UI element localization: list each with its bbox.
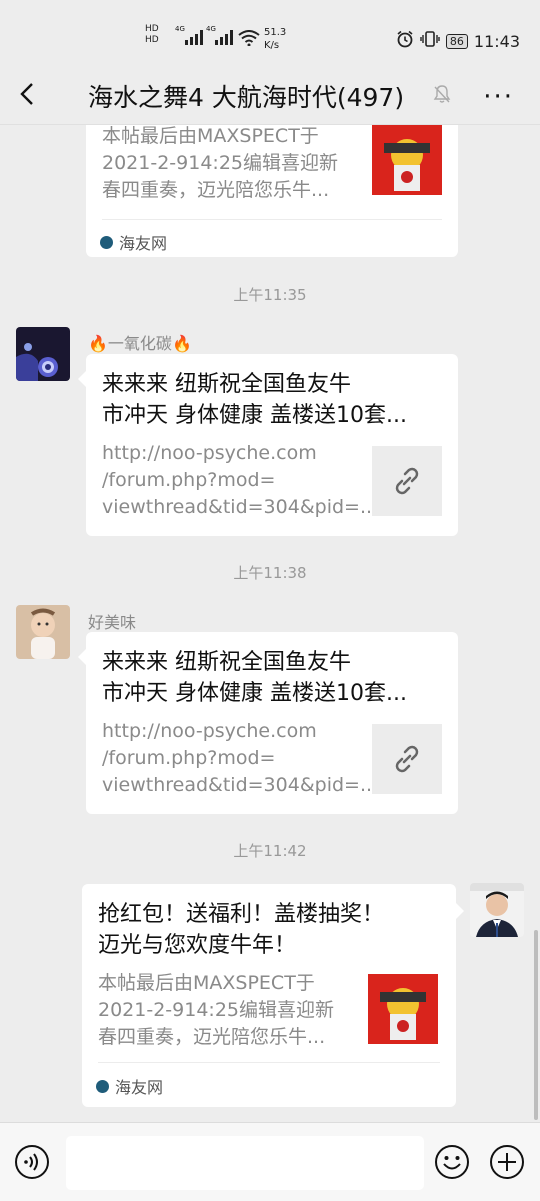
timestamp: 上午11:35 (233, 286, 307, 304)
status-right: 86 11:43 (396, 30, 520, 52)
desc-line: http://noo-psyche.com (102, 442, 317, 464)
card-title: 来来来 纽斯祝全国鱼友牛 市冲天 身体健康 盖楼送10套... (102, 369, 452, 431)
voice-icon[interactable] (14, 1144, 50, 1180)
signal-icon: 4G (175, 25, 205, 50)
scrollbar[interactable] (534, 930, 538, 1120)
clock: 11:43 (473, 31, 520, 51)
bubble-arrow (78, 371, 86, 387)
fire-icon: 🔥 (171, 334, 192, 353)
timestamp: 上午11:42 (233, 842, 307, 860)
bubble-arrow (456, 903, 464, 919)
link-icon (372, 446, 442, 516)
chat-title: 海水之舞4 大航海时代(497) (88, 83, 405, 112)
card-divider (102, 219, 442, 220)
source-name: 海友网 (119, 234, 168, 253)
net-label-2: 4G (206, 25, 216, 33)
card-description: 本帖最后由MAXSPECT于 2021-2-914:25编辑喜迎新 春四重奏，迈… (98, 970, 358, 1051)
card-divider (98, 1062, 440, 1063)
card-description: http://noo-psyche.com /forum.php?mod= vi… (102, 718, 379, 799)
card-source: 海友网 (96, 1074, 163, 1098)
hd-label-1: HD (145, 24, 159, 34)
speed-value: 51.3 (264, 27, 287, 38)
avatar[interactable] (16, 605, 70, 659)
red-envelope-thumbnail (368, 974, 438, 1044)
network-speed: 51.3 K/s (264, 26, 286, 52)
desc-line: 2021-2-914:25编辑喜迎新 (98, 999, 334, 1021)
battery-indicator: 86 (445, 33, 468, 49)
link-card-m3[interactable]: 抢红包！送福利！盖楼抽奖！ 迈光与您欢度牛年！ 本帖最后由MAXSPECT于 2… (82, 884, 456, 1107)
sender-name: 🔥一氧化碳🔥 (88, 330, 192, 354)
card-source: 海友网 (100, 230, 167, 254)
source-logo-icon (100, 235, 113, 249)
bubble-arrow (78, 649, 86, 665)
desc-line: 春四重奏，迈光陪您乐牛... (98, 1026, 326, 1048)
link-card-m1[interactable]: 来来来 纽斯祝全国鱼友牛 市冲天 身体健康 盖楼送10套... http://n… (86, 354, 458, 536)
card-title: 抢红包！送福利！盖楼抽奖！ 迈光与您欢度牛年！ (98, 899, 448, 961)
message-list[interactable]: 本帖最后由MAXSPECT于 2021-2-914:25编辑喜迎新 春四重奏，迈… (0, 125, 540, 1122)
link-icon (372, 724, 442, 794)
desc-line: viewthread&tid=304&pid=... (102, 496, 379, 518)
title-line: 抢红包！送福利！盖楼抽奖！ (98, 902, 385, 927)
title-line: 市冲天 身体健康 盖楼送10套... (102, 403, 407, 428)
card-title: 来来来 纽斯祝全国鱼友牛 市冲天 身体健康 盖楼送10套... (102, 647, 452, 709)
signal-icon-2: 4G (206, 25, 236, 50)
link-card-m2[interactable]: 来来来 纽斯祝全国鱼友牛 市冲天 身体健康 盖楼送10套... http://n… (86, 632, 458, 814)
title-line: 市冲天 身体健康 盖楼送10套... (102, 681, 407, 706)
avatar[interactable] (470, 883, 524, 937)
alarm-icon (396, 30, 414, 52)
red-envelope-thumbnail (372, 125, 442, 195)
desc-line: http://noo-psyche.com (102, 720, 317, 742)
bell-off-icon (432, 84, 452, 108)
desc-line: viewthread&tid=304&pid=... (102, 774, 379, 796)
message-input[interactable] (66, 1136, 424, 1190)
sender-label: 一氧化碳 (107, 334, 172, 353)
back-arrow-icon[interactable] (16, 82, 40, 106)
hd-indicators: HD HD (145, 24, 159, 46)
desc-line: 本帖最后由MAXSPECT于 (102, 125, 319, 147)
fire-icon: 🔥 (88, 334, 108, 353)
avatar[interactable] (16, 327, 70, 381)
title-line: 来来来 纽斯祝全国鱼友牛 (102, 650, 351, 675)
desc-line: 2021-2-914:25编辑喜迎新 (102, 152, 338, 174)
desc-line: /forum.php?mod= (102, 747, 276, 769)
title-line: 迈光与您欢度牛年！ (98, 933, 297, 958)
title-line: 来来来 纽斯祝全国鱼友牛 (102, 372, 351, 397)
card-description: 本帖最后由MAXSPECT于 2021-2-914:25编辑喜迎新 春四重奏，迈… (102, 125, 362, 204)
desc-line: 春四重奏，迈光陪您乐牛... (102, 179, 330, 201)
link-card-m0[interactable]: 本帖最后由MAXSPECT于 2021-2-914:25编辑喜迎新 春四重奏，迈… (86, 125, 458, 257)
plus-icon[interactable] (489, 1144, 525, 1180)
chat-header: 海水之舞4 大航海时代(497) ··· (0, 64, 540, 125)
more-options-button[interactable]: ··· (483, 82, 514, 112)
status-bar: HD HD 4G 4G 51.3 K/s 86 11:43 (0, 0, 540, 64)
input-bar (0, 1122, 540, 1201)
timestamp: 上午11:38 (233, 564, 307, 582)
wifi-icon (238, 30, 260, 50)
source-name: 海友网 (115, 1078, 164, 1097)
desc-line: 本帖最后由MAXSPECT于 (98, 972, 315, 994)
desc-line: /forum.php?mod= (102, 469, 276, 491)
source-logo-icon (96, 1079, 109, 1093)
emoji-icon[interactable] (434, 1144, 470, 1180)
vibrate-icon (420, 30, 440, 52)
net-label-1: 4G (175, 25, 185, 33)
sender-name: 好美味 (88, 613, 137, 632)
hd-label-2: HD (145, 35, 159, 45)
card-description: http://noo-psyche.com /forum.php?mod= vi… (102, 440, 379, 521)
speed-unit: K/s (264, 40, 280, 51)
